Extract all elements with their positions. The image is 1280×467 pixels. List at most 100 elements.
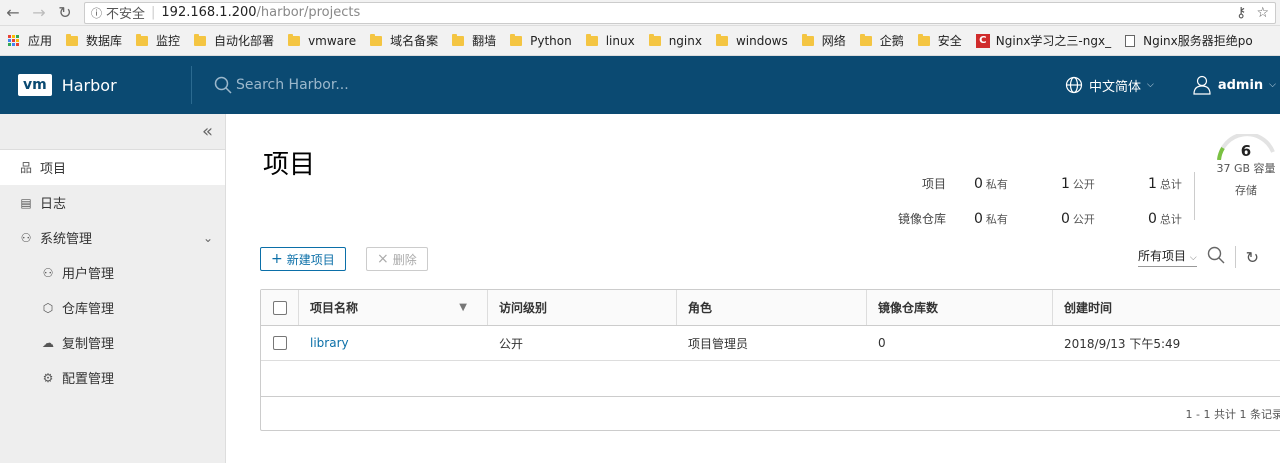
storage-capacity: 37 GB 容量 [1216,162,1276,175]
bookmark-folder[interactable]: 安全 [917,32,962,49]
stat-sublabel: 总计 [1159,177,1182,191]
bookmark-label: 翻墙 [472,34,497,48]
bookmark-page[interactable]: C Nginx学习之三-ngx_ [975,32,1111,49]
sidebar-item-administration[interactable]: ⚇ 系统管理 ⌄ [0,220,225,255]
reload-icon[interactable]: ↻ [52,3,78,22]
row-checkbox[interactable] [261,326,299,360]
filter-icon[interactable]: ▼ [459,302,467,313]
select-all-checkbox[interactable] [261,290,299,325]
collapse-sidebar-icon[interactable]: « [0,114,225,150]
column-label: 镜像仓库数 [878,301,939,315]
sidebar: « 品 项目 ▤ 日志 ⚇ 系统管理 ⌄ ⚇ 用户管理 ⬡ 仓库管理 ☁ 复制管… [0,114,226,463]
sidebar-item-projects[interactable]: 品 项目 [0,150,225,185]
admin-icon: ⚇ [20,230,32,245]
search-icon [214,76,232,94]
bookmark-label: 应用 [28,34,53,48]
bookmark-folder[interactable]: linux [585,33,635,48]
stats-row-repos: 镜像仓库 0 私有 0 公开 0 总计 [886,201,1235,236]
new-project-button[interactable]: + 新建项目 [260,247,346,271]
chevron-down-icon: ⌵ [1189,253,1197,263]
column-label: 创建时间 [1064,301,1113,315]
key-icon[interactable]: ⚷ [1236,5,1246,21]
bookmark-label: Nginx服务器拒绝po [1143,34,1253,48]
sidebar-item-logs[interactable]: ▤ 日志 [0,185,225,220]
bookmark-folder[interactable]: 自动化部署 [194,32,274,49]
column-header-access[interactable]: 访问级别 [488,290,677,325]
checkbox-box [273,336,287,350]
bookmark-label: windows [735,33,788,48]
bookmark-folder[interactable]: nginx [648,33,702,48]
column-header-created[interactable]: 创建时间 [1053,290,1280,325]
user-menu[interactable]: admin ⌵ [1192,75,1276,95]
bookmark-folder[interactable]: 企鹅 [859,32,904,49]
sidebar-item-label: 用户管理 [62,267,115,282]
bookmark-folder[interactable]: 域名备案 [370,32,438,49]
project-link[interactable]: library [310,336,349,350]
table-footer: 1 - 1 共计 1 条记录 [261,397,1280,430]
stat-value: 0 [974,210,983,227]
project-filter-select[interactable]: 所有项目 ⌵ [1138,247,1197,267]
gauge-arc-icon [1217,134,1275,160]
sidebar-item-registries[interactable]: ⬡ 仓库管理 [0,290,225,325]
apps-icon [8,34,20,47]
folder-icon [859,33,872,46]
bookmark-label: nginx [668,33,702,48]
stat-sublabel: 总计 [1159,212,1182,226]
project-filter: 所有项目 ⌵ ↻ [1138,246,1259,268]
creation-time: 2018/9/13 下午5:49 [1064,336,1181,351]
bookmark-folder[interactable]: windows [715,33,788,48]
url-input[interactable]: ⓘ 不安全 | 192.168.1.200 /harbor/projects ⚷… [84,1,1276,24]
bookmark-label: 网络 [821,34,846,48]
bookmark-label: 域名备案 [390,34,439,48]
sidebar-item-label: 仓库管理 [62,302,115,317]
bookmark-folder[interactable]: vmware [288,33,356,48]
column-header-role[interactable]: 角色 [677,290,867,325]
record-count: 1 - 1 共计 1 条记录 [1185,407,1280,421]
app-header: vm Harbor Search Harbor... 中文简体 ⌵ admin … [0,56,1280,114]
search-icon[interactable] [1207,246,1225,268]
filter-label: 所有项目 [1138,249,1187,263]
bookmark-folder[interactable]: Python [510,33,572,48]
forward-icon[interactable]: → [26,3,52,22]
back-icon[interactable]: ← [0,3,26,22]
app-name: Harbor [61,75,117,95]
folder-icon [288,33,301,46]
stat-value: 1 [1061,175,1070,192]
sidebar-item-users[interactable]: ⚇ 用户管理 [0,255,225,290]
refresh-icon[interactable]: ↻ [1246,248,1259,267]
bookmark-folder[interactable]: 翻墙 [452,32,496,49]
column-header-name[interactable]: 项目名称 ▼ [299,290,488,325]
app-logo[interactable]: vm Harbor [0,66,192,104]
registry-icon: ⬡ [42,300,54,315]
bookmark-label: 安全 [937,34,962,48]
bookmark-folder[interactable]: 数据库 [66,32,122,49]
page-title: 项目 [263,150,316,180]
bookmark-folder[interactable]: 网络 [801,32,846,49]
table-row: library 公开 项目管理员 0 2018/9/13 下午5:49 [261,326,1280,361]
browser-address-bar: ← → ↻ ⓘ 不安全 | 192.168.1.200 /harbor/proj… [0,0,1280,26]
stat-sublabel: 公开 [1072,212,1095,226]
bookmark-page[interactable]: Nginx服务器拒绝po [1125,32,1253,49]
sidebar-item-label: 配置管理 [62,372,115,387]
delete-button[interactable]: × 删除 [366,247,428,271]
bookmark-star-icon[interactable]: ☆ [1256,5,1269,21]
global-search[interactable]: Search Harbor... [214,76,349,94]
log-icon: ▤ [20,195,32,210]
folder-icon [648,33,661,46]
bookmark-folder[interactable]: 监控 [136,32,180,49]
column-label: 角色 [688,301,713,315]
language-selector[interactable]: 中文简体 ⌵ [1065,76,1154,95]
stat-value: 1 [1148,175,1157,192]
sidebar-item-label: 日志 [40,197,67,212]
sidebar-item-replication[interactable]: ☁ 复制管理 [0,325,225,360]
info-icon[interactable]: ⓘ [91,5,102,21]
stats-row-projects: 项目 0 私有 1 公开 1 总计 [886,166,1235,201]
bookmark-apps[interactable]: 应用 [8,32,52,49]
sidebar-item-configuration[interactable]: ⚙ 配置管理 [0,360,225,395]
bookmark-label: 自动化部署 [214,34,275,48]
projects-table: 项目名称 ▼ 访问级别 角色 镜像仓库数 创建时间 library 公开 项目管… [260,289,1280,431]
column-header-repo-count[interactable]: 镜像仓库数 [867,290,1053,325]
language-label: 中文简体 [1088,79,1141,95]
url-path: /harbor/projects [256,5,361,20]
storage-gauge: 6 37 GB 容量 存储 [1211,134,1280,198]
